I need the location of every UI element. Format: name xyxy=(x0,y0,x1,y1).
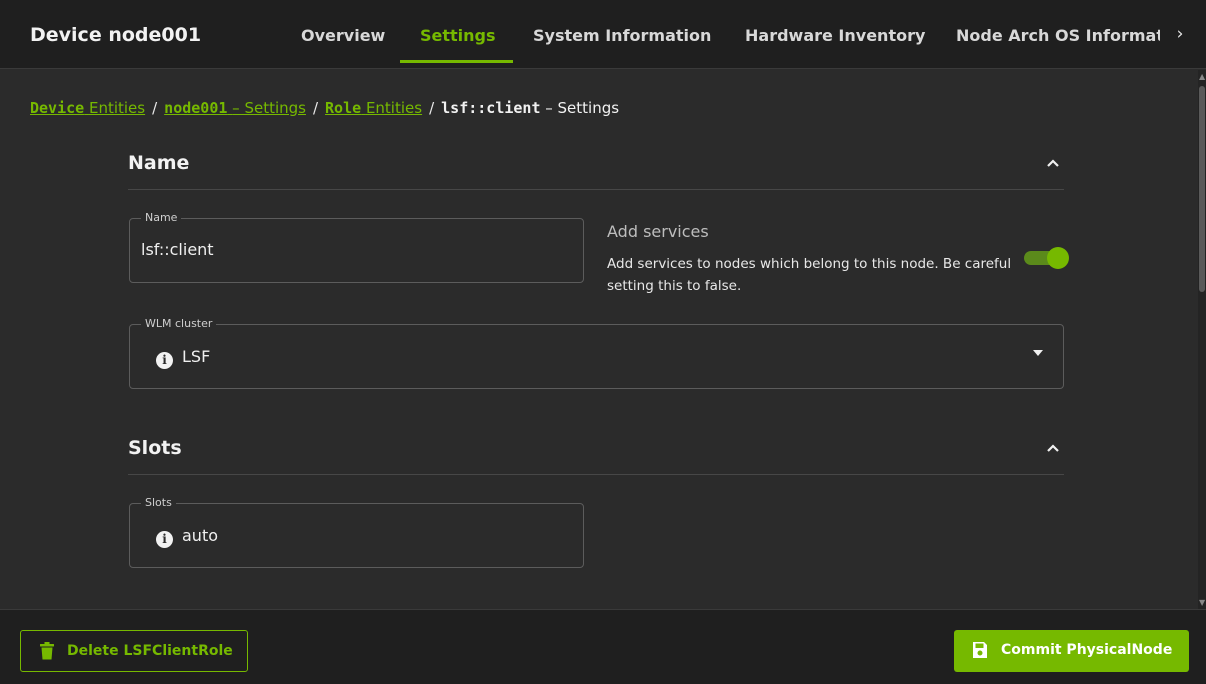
tab-settings[interactable]: Settings xyxy=(420,26,496,45)
wlm-cluster-value-wrapper: i LSF xyxy=(156,347,210,369)
breadcrumb-role-entities[interactable]: Role Entities xyxy=(325,99,422,117)
breadcrumb: Device Entities / node001 – Settings / Role … xyxy=(30,99,619,117)
add-services-title: Add services xyxy=(607,222,709,241)
name-value: lsf::client xyxy=(141,240,214,259)
breadcrumb-device-entities[interactable]: Device Entities xyxy=(30,99,145,117)
scroll-thumb[interactable] xyxy=(1199,86,1205,292)
add-services-description: Add services to nodes which belong to th… xyxy=(607,256,1012,294)
wlm-cluster-value: LSF xyxy=(182,347,211,366)
breadcrumb-node-settings[interactable]: node001 – Settings xyxy=(164,99,306,117)
wlm-cluster-select[interactable]: WLM cluster i LSF xyxy=(129,317,1064,389)
tab-overview[interactable]: Overview xyxy=(301,26,385,45)
commit-button-label: Commit PhysicalNode xyxy=(1001,642,1173,658)
main-content: Device Entities / node001 – Settings / Role … xyxy=(0,70,1198,609)
name-field[interactable]: Name lsf::client xyxy=(129,211,584,283)
slots-value-wrapper: i auto xyxy=(156,526,218,548)
breadcrumb-separator: / xyxy=(429,99,435,117)
name-section-header: Name xyxy=(128,140,1064,190)
chevron-right-icon[interactable]: › xyxy=(1160,24,1200,44)
tab-node-arch-os-information[interactable]: Node Arch OS Informatio xyxy=(956,26,1166,45)
slots-section-header: Slots xyxy=(128,425,1064,475)
top-tab-bar: Device node001 Overview Settings System … xyxy=(0,0,1206,69)
tab-system-information[interactable]: System Information xyxy=(533,26,711,45)
section-title: Slots xyxy=(128,437,182,459)
device-title: Device node001 xyxy=(30,24,202,46)
slots-field[interactable]: Slots i auto xyxy=(129,496,584,568)
field-legend: WLM cluster xyxy=(141,317,217,330)
add-services-toggle[interactable] xyxy=(1024,247,1069,269)
field-legend: Slots xyxy=(141,496,176,509)
delete-button-label: Delete LSFClientRole xyxy=(67,643,233,659)
scroll-up-icon[interactable]: ▲ xyxy=(1199,72,1205,81)
chevron-up-icon[interactable] xyxy=(1044,439,1062,457)
trash-icon xyxy=(40,642,54,660)
section-title: Name xyxy=(128,152,190,174)
toggle-thumb xyxy=(1047,247,1069,269)
commit-button[interactable]: Commit PhysicalNode xyxy=(954,630,1189,672)
vertical-scrollbar[interactable]: ▲ ▼ xyxy=(1198,70,1206,609)
info-icon: i xyxy=(156,352,173,369)
footer-action-bar: Delete LSFClientRole Commit PhysicalNode xyxy=(0,609,1206,684)
chevron-up-icon[interactable] xyxy=(1044,154,1062,172)
save-icon xyxy=(973,642,987,658)
info-icon: i xyxy=(156,531,173,548)
delete-role-button[interactable]: Delete LSFClientRole xyxy=(20,630,248,672)
caret-down-icon[interactable] xyxy=(1033,350,1043,356)
slots-value: auto xyxy=(182,526,219,545)
active-tab-indicator xyxy=(400,60,513,63)
breadcrumb-current: lsf::client – Settings xyxy=(441,99,620,117)
breadcrumb-separator: / xyxy=(312,99,319,117)
tab-hardware-inventory[interactable]: Hardware Inventory xyxy=(745,26,925,45)
breadcrumb-separator: / xyxy=(152,99,158,117)
scroll-down-icon[interactable]: ▼ xyxy=(1199,598,1205,607)
field-legend: Name xyxy=(141,211,182,224)
